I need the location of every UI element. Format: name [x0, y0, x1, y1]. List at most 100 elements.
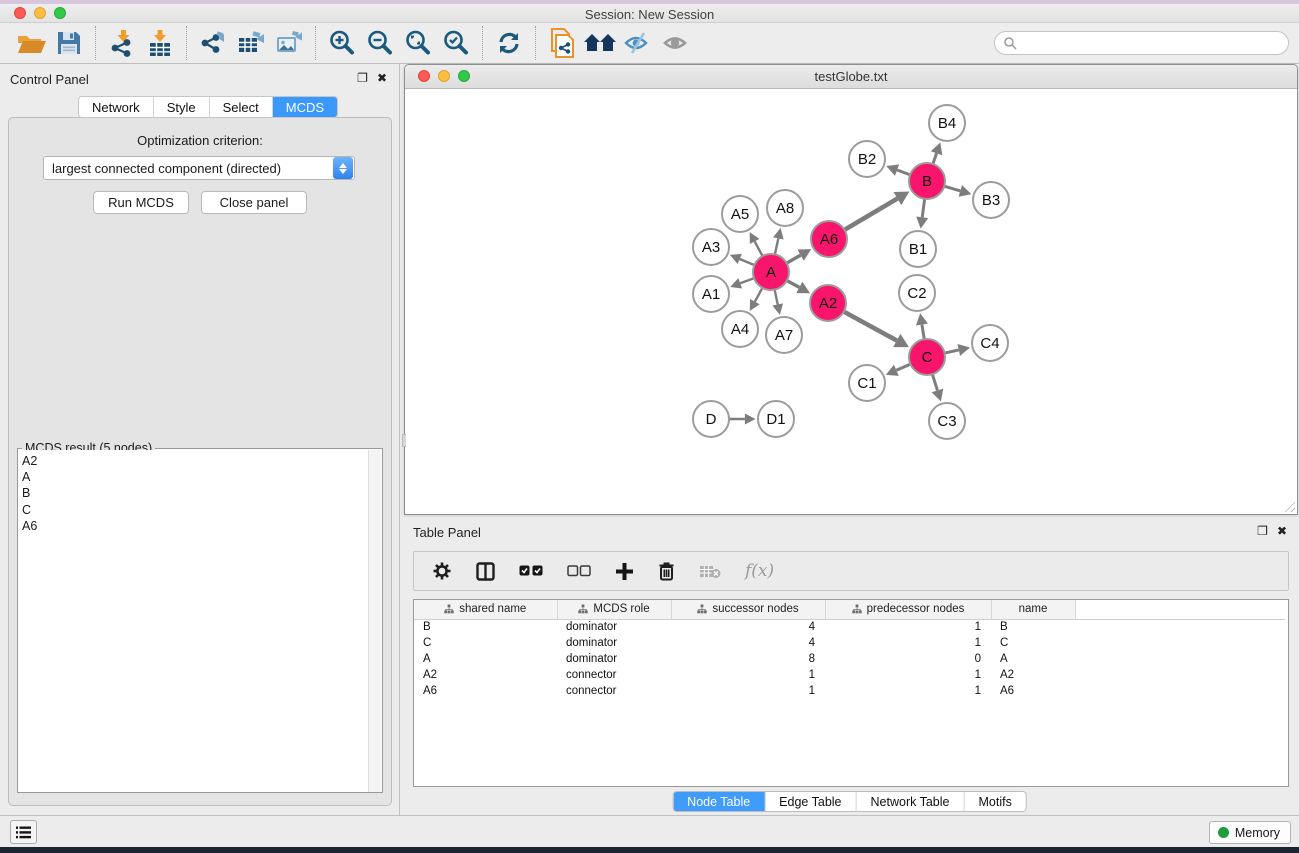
graph-node-A3[interactable]: A3	[693, 229, 729, 265]
table-cell[interactable]: C	[414, 635, 557, 651]
tab-style[interactable]: Style	[154, 97, 210, 117]
open-session-icon[interactable]	[12, 26, 50, 60]
mcds-result-list[interactable]: A2ABCA6	[18, 450, 369, 792]
tab-node-table[interactable]: Node Table	[673, 792, 765, 811]
clone-network-icon[interactable]	[543, 26, 581, 60]
graph-node-B1[interactable]: B1	[900, 231, 936, 267]
tab-network[interactable]: Network	[79, 97, 154, 117]
table-cell[interactable]: C	[991, 635, 1075, 651]
column-header-successor-nodes[interactable]: successor nodes	[671, 600, 825, 619]
network-canvas-svg[interactable]: B4B2BB3A8A5A6A3B1AC2A1A2A4A7C4CC1DD1C3	[406, 90, 1297, 514]
table-cell[interactable]: 1	[671, 667, 825, 683]
save-session-icon[interactable]	[50, 26, 88, 60]
graph-node-B4[interactable]: B4	[929, 105, 965, 141]
table-cell[interactable]: B	[414, 619, 557, 635]
tab-select[interactable]: Select	[210, 97, 273, 117]
mcds-result-item[interactable]: A	[22, 469, 369, 485]
mcds-result-item[interactable]: B	[22, 485, 369, 501]
close-panel-button[interactable]: Close panel	[201, 191, 307, 214]
table-cell[interactable]: A2	[991, 667, 1075, 683]
tab-edge-table[interactable]: Edge Table	[765, 792, 856, 811]
task-history-button[interactable]	[10, 820, 37, 844]
table-cell[interactable]: 8	[671, 651, 825, 667]
column-header-predecessor-nodes[interactable]: predecessor nodes	[825, 600, 991, 619]
refresh-view-icon[interactable]	[490, 26, 528, 60]
table-cell[interactable]: 4	[671, 635, 825, 651]
table-cell[interactable]: dominator	[557, 619, 671, 635]
tab-motifs[interactable]: Motifs	[964, 792, 1025, 811]
run-mcds-button[interactable]: Run MCDS	[93, 191, 189, 214]
table-cell[interactable]: A2	[414, 667, 557, 683]
graph-node-C1[interactable]: C1	[849, 365, 885, 401]
tab-network-table[interactable]: Network Table	[857, 792, 965, 811]
graph-node-A7[interactable]: A7	[766, 317, 802, 353]
graph-node-D1[interactable]: D1	[758, 401, 794, 437]
export-image-icon[interactable]	[270, 26, 308, 60]
network-window-titlebar[interactable]: testGlobe.txt	[405, 65, 1297, 89]
export-table-icon[interactable]	[232, 26, 270, 60]
function-builder-icon[interactable]: f(x)	[745, 561, 774, 581]
table-row[interactable]: A6connector11A6	[414, 683, 1285, 699]
graph-node-A1[interactable]: A1	[693, 276, 729, 312]
table-cell[interactable]: A	[414, 651, 557, 667]
graph-node-C4[interactable]: C4	[972, 325, 1008, 361]
graph-node-B2[interactable]: B2	[849, 141, 885, 177]
hide-selected-icon[interactable]	[619, 26, 657, 60]
graph-node-C2[interactable]: C2	[899, 275, 935, 311]
memory-button[interactable]: Memory	[1209, 821, 1291, 844]
float-panel-icon[interactable]: ❐	[357, 71, 368, 85]
show-all-icon[interactable]	[657, 26, 695, 60]
column-header-MCDS-role[interactable]: MCDS role	[557, 600, 671, 619]
graph-node-D[interactable]: D	[693, 401, 729, 437]
graph-node-C[interactable]: C	[909, 339, 945, 375]
close-panel-icon[interactable]: ✖	[377, 71, 387, 85]
graph-node-B3[interactable]: B3	[973, 182, 1009, 218]
home-layout-icon[interactable]	[581, 26, 619, 60]
table-cell[interactable]: A6	[991, 683, 1075, 699]
column-header-shared-name[interactable]: shared name	[414, 600, 557, 619]
table-cell[interactable]: connector	[557, 667, 671, 683]
graph-node-A5[interactable]: A5	[722, 196, 758, 232]
graph-node-A4[interactable]: A4	[722, 311, 758, 347]
search-field[interactable]	[994, 31, 1289, 55]
table-cell[interactable]: connector	[557, 683, 671, 699]
float-table-panel-icon[interactable]: ❐	[1257, 524, 1268, 538]
table-cell[interactable]: 4	[671, 619, 825, 635]
deselect-all-checkboxes-icon[interactable]	[567, 565, 591, 577]
table-cell[interactable]: 1	[671, 683, 825, 699]
graph-node-A2[interactable]: A2	[810, 285, 846, 321]
table-cell[interactable]: 0	[825, 651, 991, 667]
import-network-icon[interactable]	[103, 26, 141, 60]
search-input[interactable]	[1017, 36, 1288, 50]
settings-gear-icon[interactable]	[432, 561, 452, 581]
zoom-out-icon[interactable]	[361, 26, 399, 60]
graph-node-B[interactable]: B	[909, 163, 945, 199]
delete-column-trash-icon[interactable]	[658, 561, 675, 581]
export-network-icon[interactable]	[194, 26, 232, 60]
table-cell[interactable]: dominator	[557, 651, 671, 667]
split-view-icon[interactable]	[476, 562, 495, 581]
mcds-result-item[interactable]: C	[22, 502, 369, 518]
zoom-in-icon[interactable]	[323, 26, 361, 60]
zoom-selected-icon[interactable]	[437, 26, 475, 60]
delete-table-icon[interactable]	[699, 564, 721, 579]
select-all-checkboxes-icon[interactable]	[519, 565, 543, 577]
mcds-result-scrollbar[interactable]	[368, 450, 381, 792]
mcds-result-item[interactable]: A2	[22, 453, 369, 469]
table-cell[interactable]: 1	[825, 683, 991, 699]
table-cell[interactable]: B	[991, 619, 1075, 635]
table-cell[interactable]: dominator	[557, 635, 671, 651]
table-row[interactable]: Adominator80A	[414, 651, 1285, 667]
table-cell[interactable]: 1	[825, 667, 991, 683]
graph-node-A8[interactable]: A8	[767, 190, 803, 226]
add-column-icon[interactable]	[615, 562, 634, 581]
table-row[interactable]: Cdominator41C	[414, 635, 1285, 651]
table-row[interactable]: Bdominator41B	[414, 619, 1285, 635]
graph-node-C3[interactable]: C3	[929, 403, 965, 439]
table-row[interactable]: A2connector11A2	[414, 667, 1285, 683]
import-table-icon[interactable]	[141, 26, 179, 60]
tab-mcds[interactable]: MCDS	[273, 97, 337, 117]
column-header-name[interactable]: name	[991, 600, 1075, 619]
table-cell[interactable]: A	[991, 651, 1075, 667]
table-cell[interactable]: A6	[414, 683, 557, 699]
